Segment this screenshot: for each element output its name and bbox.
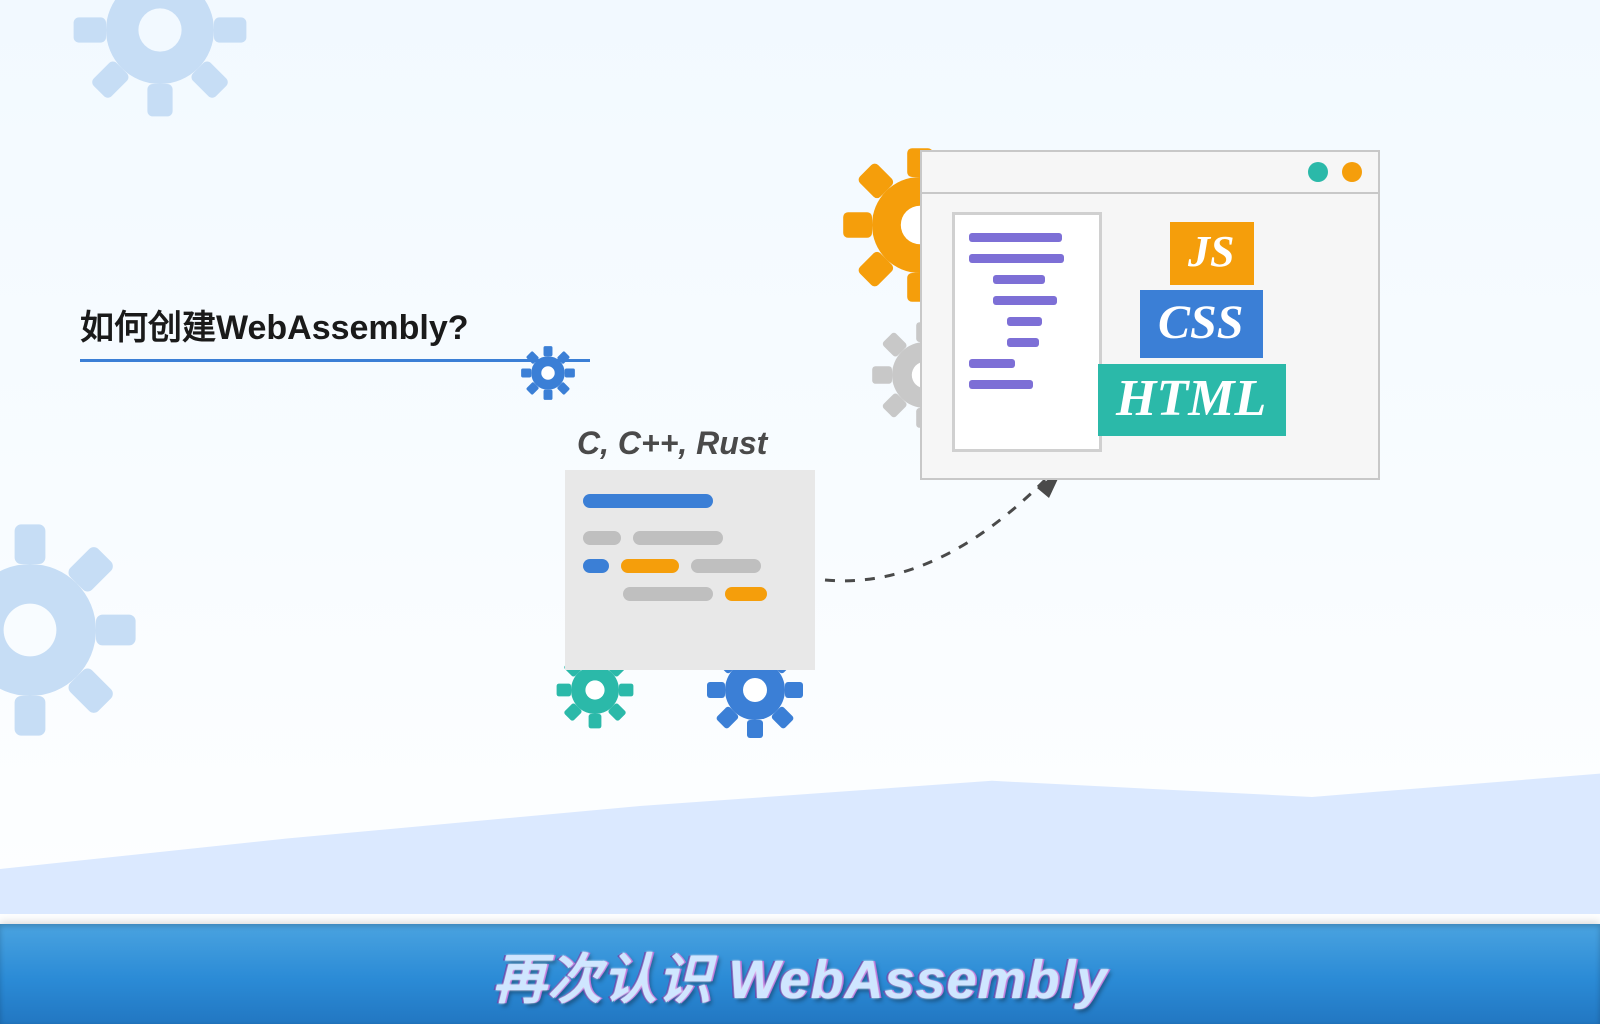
source-languages-label: C, C++, Rust <box>577 425 767 462</box>
source-code-panel <box>565 470 815 670</box>
browser-title-bar <box>922 152 1378 194</box>
gear-icon <box>0 520 140 740</box>
page-title: 如何创建WebAssembly? <box>80 300 570 362</box>
window-dot-icon <box>1308 162 1328 182</box>
arrow-icon <box>815 460 1075 620</box>
wave-shape <box>0 734 1600 914</box>
document-icon <box>952 212 1102 452</box>
gear-icon <box>70 0 250 120</box>
title-text: 如何创建WebAssembly? <box>80 300 570 349</box>
bottom-banner: 再次认识 WebAssembly <box>0 924 1600 1024</box>
banner-text: 再次认识 WebAssembly <box>492 935 1107 1014</box>
window-dot-icon <box>1342 162 1362 182</box>
title-underline <box>80 359 590 362</box>
tag-html: HTML <box>1098 364 1286 436</box>
tag-css: CSS <box>1140 290 1263 358</box>
tag-js: JS <box>1170 222 1254 285</box>
